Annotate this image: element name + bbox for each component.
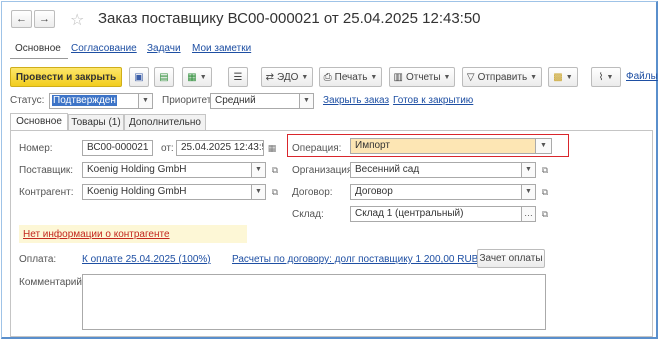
document-window: ← → ☆ Заказ поставщику ВС00-000021 от 25… bbox=[1, 1, 658, 339]
edo-button[interactable]: ⇄ ЭДО ▼ bbox=[261, 67, 313, 87]
operation-dropdown[interactable]: ▼ bbox=[536, 138, 552, 154]
organization-dropdown[interactable]: ▼ bbox=[522, 162, 536, 178]
post-and-close-button[interactable]: Провести и закрыть bbox=[10, 67, 122, 87]
warehouse-field[interactable]: Склад 1 (центральный) bbox=[350, 206, 522, 222]
open-icon[interactable]: ⧉ bbox=[538, 207, 552, 221]
status-dropdown[interactable]: ▼ bbox=[139, 93, 153, 109]
chevron-down-icon: ▼ bbox=[540, 142, 547, 149]
create-based-on-button[interactable]: ▦ ▼ bbox=[182, 67, 212, 87]
tab-notes[interactable]: Мои заметки bbox=[192, 43, 251, 54]
print-button[interactable]: ⎙ Печать ▼ bbox=[319, 67, 382, 87]
active-tab-underline bbox=[10, 58, 68, 59]
supplier-label: Поставщик: bbox=[19, 165, 74, 176]
supplier-field[interactable]: Koenig Holding GmbH bbox=[82, 162, 252, 178]
priority-field[interactable]: Средний bbox=[210, 93, 300, 109]
counterparty-field[interactable]: Koenig Holding GmbH bbox=[82, 184, 252, 200]
arrow-left-icon: ← bbox=[16, 13, 27, 25]
floppy-icon: ▣ bbox=[134, 71, 144, 83]
edo-icon: ⇄ bbox=[265, 71, 275, 83]
number-label: Номер: bbox=[19, 143, 53, 154]
supplier-dropdown[interactable]: ▼ bbox=[252, 162, 266, 178]
status-label: Статус: bbox=[10, 95, 45, 106]
priority-label: Приоритет: bbox=[162, 95, 215, 106]
form-tab-additional[interactable]: Дополнительно bbox=[124, 114, 206, 131]
misc-button[interactable]: ▩ ▼ bbox=[548, 67, 578, 87]
page-title: Заказ поставщику ВС00-000021 от 25.04.20… bbox=[98, 10, 481, 27]
post-button[interactable]: ▤ bbox=[154, 67, 174, 87]
forward-button[interactable]: → bbox=[34, 10, 55, 28]
form-tab-goods[interactable]: Товары (1) bbox=[68, 114, 124, 131]
close-order-link[interactable]: Закрыть заказ bbox=[323, 95, 389, 106]
comment-textarea[interactable] bbox=[82, 274, 546, 330]
tab-approval[interactable]: Согласование bbox=[71, 43, 137, 54]
chevron-down-icon: ▼ bbox=[525, 166, 532, 173]
date-field[interactable]: 25.04.2025 12:43:50 bbox=[176, 140, 264, 156]
list-icon: ☰ bbox=[233, 71, 243, 83]
open-icon[interactable]: ⧉ bbox=[268, 185, 282, 199]
form-tab-main[interactable]: Основное bbox=[10, 113, 68, 131]
create-based-icon: ▦ bbox=[187, 71, 197, 83]
tab-tasks[interactable]: Задачи bbox=[147, 43, 181, 54]
warehouse-label: Склад: bbox=[292, 209, 324, 220]
chevron-down-icon: ▼ bbox=[142, 97, 149, 104]
ready-to-close-link[interactable]: Готов к закрытию bbox=[393, 95, 473, 106]
send-icon: ▽ bbox=[466, 71, 475, 83]
operation-field[interactable]: Импорт bbox=[350, 138, 536, 154]
arrow-right-icon: → bbox=[39, 13, 50, 25]
attach-button[interactable]: ⌇ ▼ bbox=[591, 67, 621, 87]
send-button[interactable]: ▽ Отправить ▼ bbox=[462, 67, 542, 87]
paperclip-icon: ⌇ bbox=[598, 71, 604, 83]
organization-label: Организация: bbox=[292, 165, 356, 176]
settlements-link[interactable]: Расчеты по договору: долг поставщику 1 2… bbox=[232, 254, 478, 265]
payment-offset-button[interactable]: Зачет оплаты bbox=[477, 249, 545, 268]
status-field[interactable]: Подтвержден bbox=[49, 93, 139, 109]
contract-field[interactable]: Договор bbox=[350, 184, 522, 200]
chevron-down-icon: ▼ bbox=[255, 188, 262, 195]
organization-field[interactable]: Весенний сад bbox=[350, 162, 522, 178]
open-icon[interactable]: ⧉ bbox=[268, 163, 282, 177]
warehouse-select-button[interactable]: … bbox=[522, 206, 536, 222]
operation-label: Операция: bbox=[292, 143, 342, 154]
contract-dropdown[interactable]: ▼ bbox=[522, 184, 536, 200]
number-field[interactable]: ВС00-000021 bbox=[82, 140, 153, 156]
date-from-label: от: bbox=[161, 143, 174, 154]
no-counterparty-info-link[interactable]: Нет информации о контрагенте bbox=[23, 229, 170, 240]
warning-box: Нет информации о контрагенте bbox=[19, 225, 247, 243]
post-icon: ▤ bbox=[159, 71, 169, 83]
tab-main[interactable]: Основное bbox=[15, 43, 61, 54]
to-pay-link[interactable]: К оплате 25.04.2025 (100%) bbox=[82, 254, 211, 265]
reports-button[interactable]: ▥ Отчеты ▼ bbox=[389, 67, 455, 87]
reports-icon: ▥ bbox=[393, 71, 403, 83]
counterparty-label: Контрагент: bbox=[19, 187, 74, 198]
star-icon[interactable]: ☆ bbox=[70, 10, 84, 30]
chevron-down-icon: ▼ bbox=[525, 188, 532, 195]
chevron-down-icon: ▼ bbox=[303, 97, 310, 104]
journal-button[interactable]: ☰ bbox=[228, 67, 248, 87]
open-icon[interactable]: ⧉ bbox=[538, 163, 552, 177]
printer-icon: ⎙ bbox=[323, 71, 332, 83]
save-button[interactable]: ▣ bbox=[129, 67, 149, 87]
chevron-down-icon: ▼ bbox=[255, 166, 262, 173]
calendar-icon[interactable]: ▦ bbox=[265, 141, 279, 155]
comment-label: Комментарий: bbox=[19, 277, 85, 288]
counterparty-dropdown[interactable]: ▼ bbox=[252, 184, 266, 200]
open-icon[interactable]: ⧉ bbox=[538, 185, 552, 199]
files-link[interactable]: Файлы bbox=[626, 71, 658, 82]
folder-icon: ▩ bbox=[553, 71, 563, 83]
back-button[interactable]: ← bbox=[11, 10, 32, 28]
payment-label: Оплата: bbox=[19, 254, 57, 265]
ellipsis-icon: … bbox=[524, 208, 533, 218]
contract-label: Договор: bbox=[292, 187, 333, 198]
form-panel: Номер: ВС00-000021 от: 25.04.2025 12:43:… bbox=[10, 130, 653, 337]
priority-dropdown[interactable]: ▼ bbox=[300, 93, 314, 109]
